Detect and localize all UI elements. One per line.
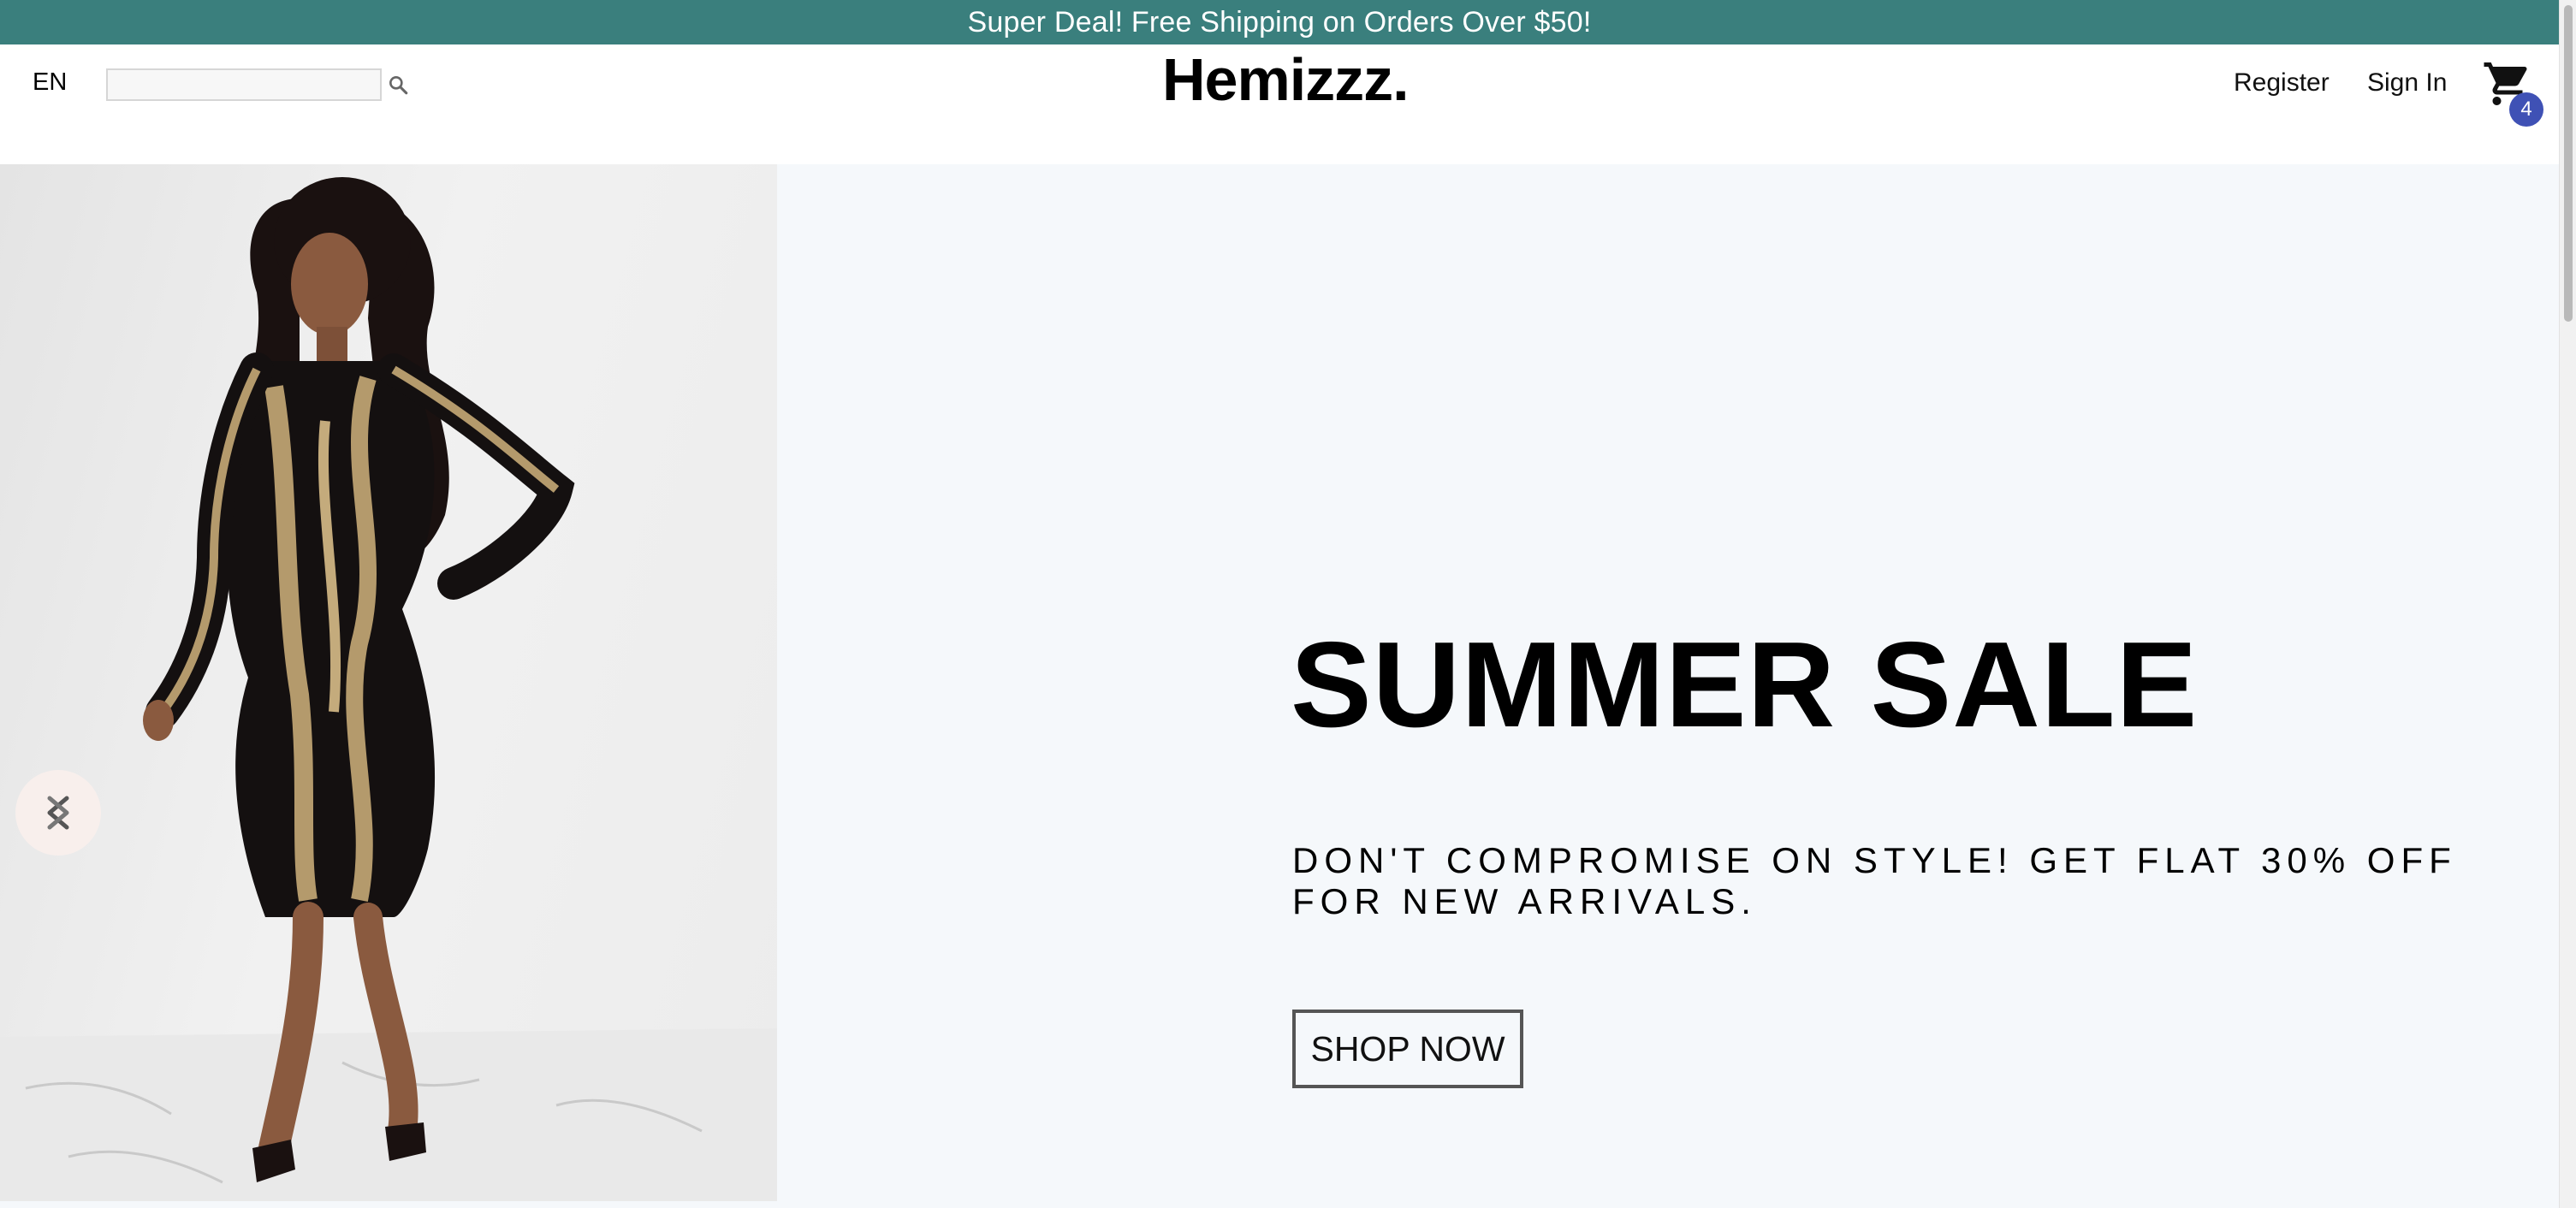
hero-slide: SUMMER SALE DON'T COMPROMISE ON STYLE! G… xyxy=(0,164,2559,1208)
announcement-bar: Super Deal! Free Shipping on Orders Over… xyxy=(0,0,2559,44)
site-logo[interactable]: Hemizzz. xyxy=(1162,50,1410,110)
cart-count-badge: 4 xyxy=(2509,92,2543,127)
register-link[interactable]: Register xyxy=(2234,70,2330,96)
hero-model-image xyxy=(0,164,777,1201)
chevron-left-icon xyxy=(47,796,69,830)
search-box xyxy=(106,68,408,101)
search-icon[interactable] xyxy=(387,69,409,100)
slider-prev-arrow[interactable] xyxy=(15,770,101,856)
language-selector[interactable]: EN xyxy=(33,70,67,95)
shop-now-button[interactable]: SHOP NOW xyxy=(1292,1010,1523,1088)
announcement-text: Super Deal! Free Shipping on Orders Over… xyxy=(967,5,1592,38)
search-input[interactable] xyxy=(108,71,387,98)
sign-in-link[interactable]: Sign In xyxy=(2367,70,2447,96)
hero-title: SUMMER SALE xyxy=(1291,617,2199,753)
page-scrollbar[interactable] xyxy=(2559,0,2576,1208)
hero-subtitle: DON'T COMPROMISE ON STYLE! GET FLAT 30% … xyxy=(1292,840,2457,921)
scrollbar-thumb[interactable] xyxy=(2564,5,2573,322)
